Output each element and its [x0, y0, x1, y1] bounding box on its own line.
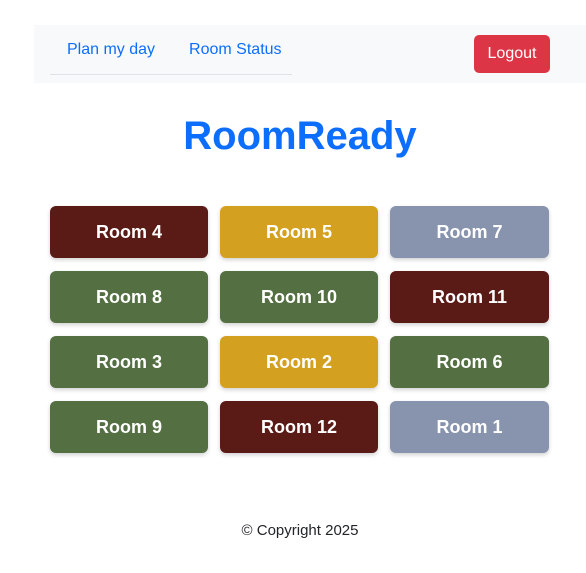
logout-button[interactable]: Logout [474, 35, 550, 73]
room-grid: Room 4 Room 5 Room 7 Room 8 Room 10 Room… [50, 206, 550, 453]
page-title: RoomReady [183, 114, 417, 158]
room-button[interactable]: Room 10 [220, 271, 378, 323]
footer-copyright: © Copyright 2025 [241, 522, 359, 539]
nav-tabs: Plan my day Room Status [50, 25, 292, 75]
room-button[interactable]: Room 8 [50, 271, 208, 323]
room-button[interactable]: Room 2 [220, 336, 378, 388]
room-button[interactable]: Room 6 [390, 336, 549, 388]
room-button[interactable]: Room 3 [50, 336, 208, 388]
room-button[interactable]: Room 11 [390, 271, 549, 323]
room-button[interactable]: Room 4 [50, 206, 208, 258]
nav-link-room-status[interactable]: Room Status [172, 41, 298, 59]
room-button[interactable]: Room 9 [50, 401, 208, 453]
room-button[interactable]: Room 12 [220, 401, 378, 453]
navbar: Plan my day Room Status Logout [34, 25, 586, 83]
room-button[interactable]: Room 1 [390, 401, 549, 453]
nav-link-plan-my-day[interactable]: Plan my day [50, 41, 172, 59]
room-button[interactable]: Room 5 [220, 206, 378, 258]
room-button[interactable]: Room 7 [390, 206, 549, 258]
